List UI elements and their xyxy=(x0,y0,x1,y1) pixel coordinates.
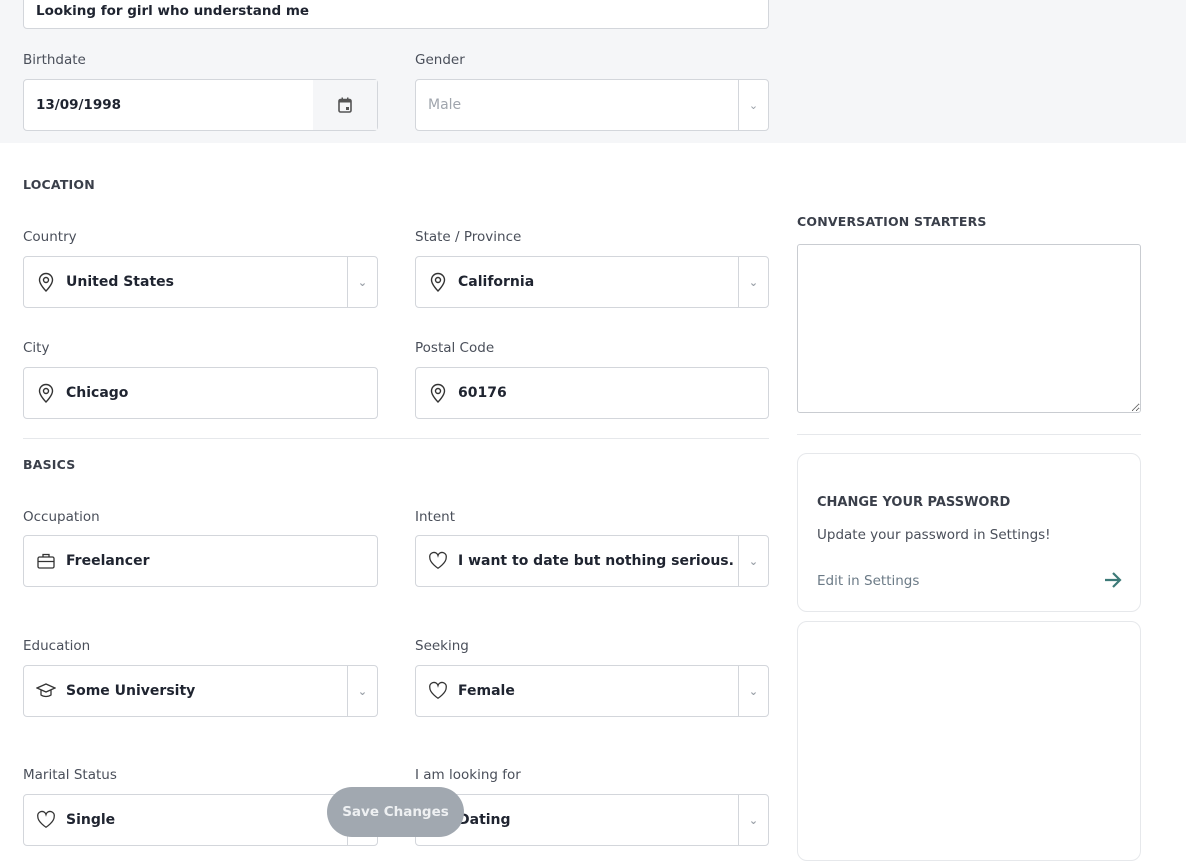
i-am-looking-for-value: Dating xyxy=(458,812,511,828)
seeking-value: Female xyxy=(458,683,515,699)
occupation-input[interactable]: Freelancer xyxy=(23,535,378,587)
intent-value: I want to date but nothing serious. xyxy=(458,553,734,569)
map-pin-icon xyxy=(428,383,448,403)
city-label: City xyxy=(23,340,50,356)
city-value: Chicago xyxy=(66,385,129,401)
basics-heading: BASICS xyxy=(23,457,76,472)
about-input[interactable]: Looking for girl who understand me xyxy=(23,0,769,29)
save-changes-button[interactable]: Save Changes xyxy=(327,787,464,837)
seeking-select[interactable]: Female ⌄ xyxy=(415,665,769,717)
education-select[interactable]: Some University ⌄ xyxy=(23,665,378,717)
i-am-looking-for-select[interactable]: Dating ⌄ xyxy=(415,794,769,846)
empty-card xyxy=(797,621,1141,861)
chevron-down-icon[interactable]: ⌄ xyxy=(347,257,377,307)
state-province-label: State / Province xyxy=(415,229,522,245)
gender-value: Male xyxy=(428,97,462,113)
city-input[interactable]: Chicago xyxy=(23,367,378,419)
country-label: Country xyxy=(23,229,77,245)
birthdate-label: Birthdate xyxy=(23,52,86,68)
map-pin-icon xyxy=(428,272,448,292)
graduation-cap-icon xyxy=(36,681,56,701)
chevron-down-icon[interactable]: ⌄ xyxy=(738,536,768,586)
intent-select[interactable]: I want to date but nothing serious. ⌄ xyxy=(415,535,769,587)
divider xyxy=(23,438,769,439)
intent-label: Intent xyxy=(415,509,455,525)
state-province-value: California xyxy=(458,274,535,290)
chevron-down-icon[interactable]: ⌄ xyxy=(347,666,377,716)
briefcase-icon xyxy=(36,551,56,571)
country-value: United States xyxy=(66,274,174,290)
map-pin-icon xyxy=(36,272,56,292)
marital-status-label: Marital Status xyxy=(23,767,117,783)
about-value: Looking for girl who understand me xyxy=(36,2,310,19)
chevron-down-icon[interactable]: ⌄ xyxy=(738,795,768,845)
change-password-card: CHANGE YOUR PASSWORD Update your passwor… xyxy=(797,453,1141,612)
conversation-starters-heading: CONVERSATION STARTERS xyxy=(797,214,987,229)
seeking-label: Seeking xyxy=(415,638,469,654)
change-password-title: CHANGE YOUR PASSWORD xyxy=(817,495,1011,510)
calendar-icon[interactable] xyxy=(313,80,377,130)
state-province-select[interactable]: California ⌄ xyxy=(415,256,769,308)
country-select[interactable]: United States ⌄ xyxy=(23,256,378,308)
marital-status-select[interactable]: Single ⌄ xyxy=(23,794,378,846)
marital-status-value: Single xyxy=(66,812,116,828)
chevron-down-icon[interactable]: ⌄ xyxy=(738,80,768,130)
education-value: Some University xyxy=(66,683,196,699)
i-am-looking-for-label: I am looking for xyxy=(415,767,521,783)
heart-icon xyxy=(428,681,448,701)
gender-select[interactable]: Male ⌄ xyxy=(415,79,769,131)
chevron-down-icon[interactable]: ⌄ xyxy=(738,666,768,716)
postal-code-label: Postal Code xyxy=(415,340,495,356)
birthdate-input[interactable]: 13/09/1998 xyxy=(23,79,378,131)
map-pin-icon xyxy=(36,383,56,403)
divider xyxy=(797,434,1141,435)
postal-code-value: 60176 xyxy=(458,385,507,401)
arrow-right-icon[interactable] xyxy=(1103,571,1123,589)
location-heading: LOCATION xyxy=(23,177,95,192)
change-password-text: Update your password in Settings! xyxy=(817,527,1051,543)
heart-icon xyxy=(36,810,56,830)
heart-icon xyxy=(428,551,448,571)
gender-label: Gender xyxy=(415,52,465,68)
postal-code-input[interactable]: 60176 xyxy=(415,367,769,419)
edit-in-settings-link[interactable]: Edit in Settings xyxy=(817,573,919,589)
birthdate-value: 13/09/1998 xyxy=(36,97,122,113)
conversation-starters-textarea[interactable] xyxy=(797,244,1141,413)
chevron-down-icon[interactable]: ⌄ xyxy=(738,257,768,307)
occupation-label: Occupation xyxy=(23,509,100,525)
occupation-value: Freelancer xyxy=(66,553,150,569)
education-label: Education xyxy=(23,638,91,654)
